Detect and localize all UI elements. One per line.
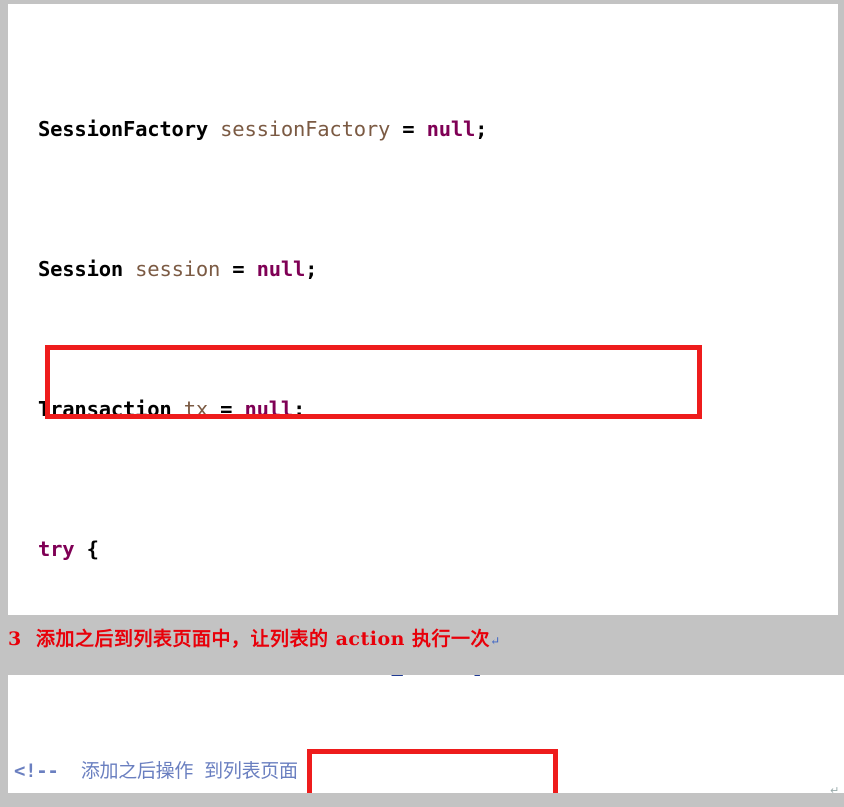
token-semicolon: ; — [305, 257, 318, 281]
watermark-pilcrow: ↵ — [830, 784, 840, 797]
code-line-1: SessionFactory sessionFactory = null; — [38, 112, 838, 147]
token-brace-open: { — [74, 537, 99, 561]
token-comment-open: <!-- — [14, 760, 59, 782]
token-assign: = — [390, 117, 427, 141]
heading-text: 添加之后到列表页面中，让列表的 action 执行一次 — [35, 628, 491, 650]
xml-code-lines: <!-- 添加之后操作 到列表页面 请求一次列表的action type属性：c… — [8, 675, 844, 793]
java-code-panel[interactable]: SessionFactory sessionFactory = null; Se… — [8, 4, 838, 615]
token-var-session: session — [135, 257, 221, 281]
token-assign: = — [208, 397, 245, 421]
token-semicolon: ; — [475, 117, 488, 141]
heading-number: 3 — [8, 628, 22, 650]
token-type-sessionfactory: SessionFactory — [38, 117, 208, 141]
token-type-transaction: Transaction — [38, 397, 172, 421]
code-line-4: try { — [38, 532, 838, 567]
token-kw-null: null — [426, 117, 476, 141]
pilcrow-mark: ↵ — [490, 634, 501, 648]
section-heading: 3 添加之后到列表页面中，让列表的 action 执行一次↵ — [8, 624, 501, 651]
java-code-lines: SessionFactory sessionFactory = null; Se… — [8, 4, 838, 615]
token-kw-try: try — [38, 537, 75, 561]
code-line-3: Transaction tx = null; — [38, 392, 838, 427]
xml-code-panel[interactable]: ▬ ▮ <!-- 添加之后操作 到列表页面 请求一次列表的action type… — [8, 675, 844, 793]
token-var-tx: tx — [183, 397, 209, 421]
token-comment-line1: 添加之后操作 到列表页面 — [80, 760, 298, 782]
token-type-session: Session — [38, 257, 123, 281]
bottom-band — [0, 793, 844, 807]
token-kw-null: null — [244, 397, 294, 421]
screenshot-page: SessionFactory sessionFactory = null; Se… — [0, 0, 844, 807]
token-assign: = — [220, 257, 257, 281]
token-kw-null: null — [256, 257, 306, 281]
token-var-sessionfactory: sessionFactory — [220, 117, 391, 141]
code-line-2: Session session = null; — [38, 252, 838, 287]
token-semicolon: ; — [293, 397, 306, 421]
xml-line-1: <!-- 添加之后操作 到列表页面 — [14, 758, 844, 785]
